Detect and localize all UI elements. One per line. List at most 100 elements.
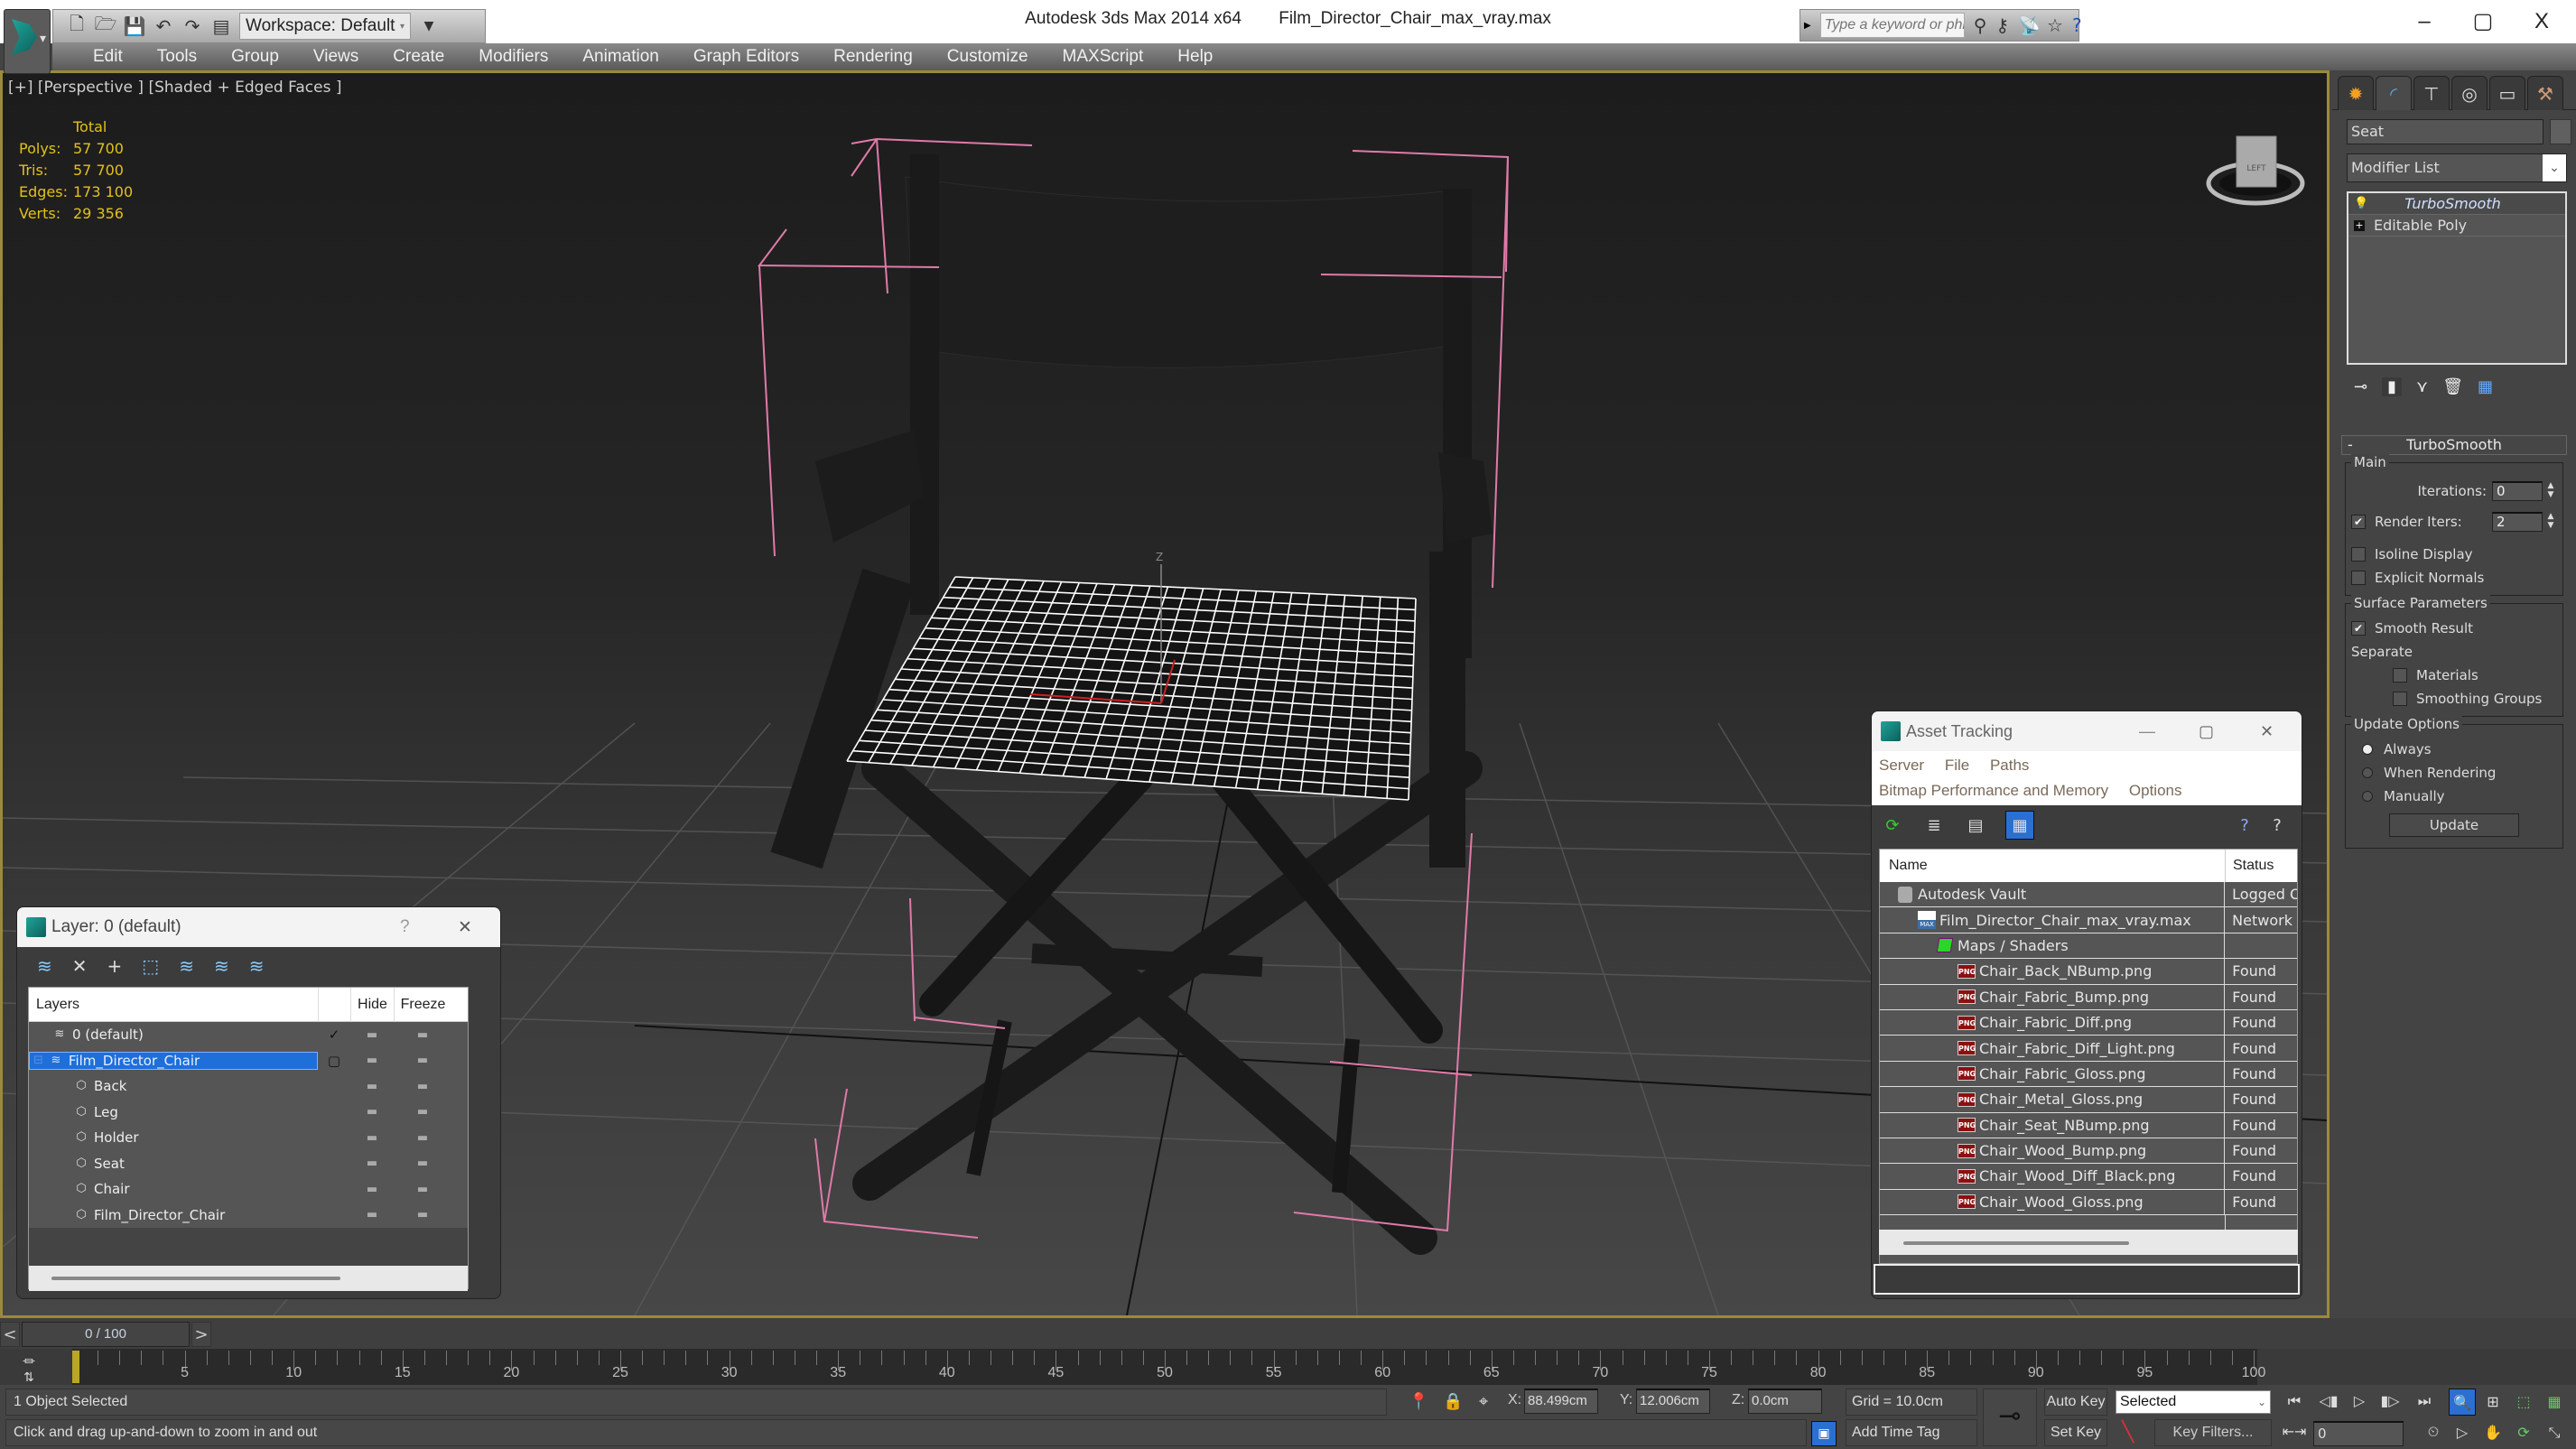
smoothing-groups-checkbox[interactable] xyxy=(2393,692,2407,706)
utilities-tab[interactable]: ⚒ xyxy=(2527,76,2563,110)
viewport-label[interactable]: [+] [Perspective ] [Shaded + Edged Faces… xyxy=(8,79,341,97)
pin-stack-icon[interactable]: ⊸ xyxy=(2354,377,2367,396)
spinner-arrows-icon[interactable]: ▲ ▼ xyxy=(2544,481,2557,501)
open-file-icon[interactable]: 🗁 xyxy=(95,13,117,37)
menu-server[interactable]: Server xyxy=(1879,757,1924,774)
layer-name-cell[interactable]: ⬡ Chair xyxy=(29,1181,318,1197)
zoom-extents-icon[interactable]: ⬚ xyxy=(2510,1389,2537,1416)
close-button[interactable]: ✕ xyxy=(458,917,472,938)
default-in-out-tangents-icon[interactable]: ╲ xyxy=(2122,1421,2147,1446)
layer-row[interactable]: ⬡ Chair ▬ ▬ xyxy=(29,1176,468,1203)
maximize-viewport-icon[interactable]: ⤡ xyxy=(2541,1419,2568,1446)
column-current[interactable] xyxy=(318,987,350,1022)
current-layer-toggle[interactable]: ✓ xyxy=(318,1026,350,1043)
asset-row[interactable]: PNG Chair_Seat_NBump.png Found xyxy=(1880,1112,2297,1138)
workspace-dropdown[interactable]: Workspace: Default ▾ xyxy=(239,13,411,40)
asset-row[interactable]: PNG Chair_Wood_Gloss.png Found xyxy=(1880,1189,2297,1216)
column-hide[interactable]: Hide xyxy=(350,987,394,1022)
previous-frame-button[interactable]: < xyxy=(0,1322,20,1347)
asset-name-cell[interactable]: PNG Chair_Seat_NBump.png xyxy=(1880,1112,2226,1138)
freeze-toggle[interactable]: ▬ xyxy=(394,1183,451,1196)
asset-name-cell[interactable]: Maps / Shaders xyxy=(1880,933,2226,959)
remove-modifier-icon[interactable]: 🗑 xyxy=(2442,377,2463,396)
select-objects-icon[interactable]: ⬚ xyxy=(142,955,159,977)
application-menu-button[interactable]: ▾ xyxy=(4,9,51,74)
layer-row[interactable]: ⊟ ≋ Film_Director_Chair ▢ ▬ ▬ xyxy=(29,1048,468,1074)
asset-row[interactable]: MAX Film_Director_Chair_max_vray.max Netwo… xyxy=(1880,907,2297,933)
menu-customize[interactable]: Customize xyxy=(930,47,1046,67)
layer-name-cell[interactable]: ⬡ Holder xyxy=(29,1129,318,1146)
selection-lock-icon[interactable]: 🔒 xyxy=(1443,1392,1463,1411)
pan-view-icon[interactable]: ✋ xyxy=(2479,1419,2506,1446)
make-unique-icon[interactable]: ⋎ xyxy=(2416,377,2428,396)
menu-group[interactable]: Group xyxy=(214,47,296,67)
asset-name-cell[interactable]: PNG Chair_Fabric_Bump.png xyxy=(1880,984,2226,1009)
asset-name-cell[interactable]: PNG Chair_Metal_Gloss.png xyxy=(1880,1087,2226,1112)
viewcube[interactable]: LEFT xyxy=(2197,118,2314,218)
freeze-toggle[interactable]: ▬ xyxy=(394,1105,451,1119)
asset-row[interactable]: PNG Chair_Wood_Bump.png Found xyxy=(1880,1138,2297,1165)
column-name[interactable]: Name xyxy=(1880,850,2226,882)
render-iters-checkbox[interactable]: ✔ xyxy=(2351,515,2366,529)
table-view-icon[interactable]: ▦ xyxy=(2005,811,2034,840)
layer-settings-icon[interactable]: ≋ xyxy=(249,955,265,977)
expand-icon[interactable]: ▶ xyxy=(1804,21,1811,31)
freeze-toggle[interactable]: ▬ xyxy=(394,1080,451,1093)
display-tab[interactable]: ▭ xyxy=(2489,76,2525,110)
key-icon[interactable]: ⚷ xyxy=(1995,14,2009,36)
track-bar-ruler[interactable]: 0510152025303540455055606570758085909510… xyxy=(72,1349,2265,1385)
isoline-checkbox[interactable] xyxy=(2351,547,2366,562)
isolate-selection-icon[interactable]: 📍 xyxy=(1409,1392,1428,1411)
menu-paths[interactable]: Paths xyxy=(1990,757,2029,774)
layer-row[interactable]: ⬡ Seat ▬ ▬ xyxy=(29,1151,468,1177)
refresh-icon[interactable]: ⟳ xyxy=(1881,813,1904,837)
layer-name-cell[interactable]: ⬡ Leg xyxy=(29,1104,318,1120)
stack-item-editable-poly[interactable]: + Editable Poly xyxy=(2348,215,2565,237)
lightbulb-icon[interactable]: 💡 xyxy=(2354,197,2368,210)
explicit-normals-checkbox[interactable] xyxy=(2351,571,2366,585)
modifier-list-dropdown[interactable]: Modifier List ⌄ xyxy=(2347,153,2567,182)
go-to-start-icon[interactable]: ⏮ xyxy=(2281,1389,2308,1414)
previous-frame-icon[interactable]: ◁▮ xyxy=(2315,1389,2342,1414)
y-coordinate-field[interactable]: 12.006cm xyxy=(1636,1389,1710,1414)
delete-layer-icon[interactable]: ✕ xyxy=(72,955,88,977)
list-view-icon[interactable]: ≣ xyxy=(1922,813,1946,837)
freeze-toggle[interactable]: ▬ xyxy=(394,1054,451,1067)
asset-name-cell[interactable]: PNG Chair_Fabric_Diff_Light.png xyxy=(1880,1036,2226,1061)
asset-row[interactable]: PNG Chair_Back_NBump.png Found xyxy=(1880,959,2297,985)
horizontal-scrollbar[interactable] xyxy=(1879,1230,2298,1255)
layer-row[interactable]: ⬡ Leg ▬ ▬ xyxy=(29,1100,468,1126)
scrollbar-thumb[interactable] xyxy=(1903,1241,2129,1245)
asset-name-cell[interactable]: PNG Chair_Fabric_Gloss.png xyxy=(1880,1061,2226,1087)
asset-name-cell[interactable]: PNG Chair_Wood_Bump.png xyxy=(1880,1138,2226,1164)
set-key-button[interactable]: Set Key xyxy=(2044,1419,2107,1446)
menu-bitmap-performance[interactable]: Bitmap Performance and Memory xyxy=(1879,782,2108,799)
configure-modifier-sets-icon[interactable]: ▦ xyxy=(2478,377,2493,396)
menu-maxscript[interactable]: MAXScript xyxy=(1046,47,1161,67)
project-folder-icon[interactable]: ▤ xyxy=(210,15,232,37)
hide-toggle[interactable]: ▬ xyxy=(350,1080,394,1093)
asset-row[interactable]: Maps / Shaders xyxy=(1880,933,2297,960)
star-icon[interactable]: ☆ xyxy=(2047,14,2063,36)
asset-name-cell[interactable]: PNG Chair_Back_NBump.png xyxy=(1880,959,2226,984)
hide-toggle[interactable]: ▬ xyxy=(350,1105,394,1119)
scrollbar-thumb[interactable] xyxy=(51,1277,340,1280)
hierarchy-tab[interactable]: ⊤ xyxy=(2413,76,2450,110)
stack-item-turbosmooth[interactable]: 💡 TurboSmooth xyxy=(2348,193,2565,215)
new-file-icon[interactable]: 🗋 xyxy=(66,13,88,37)
object-color-swatch[interactable] xyxy=(2550,119,2571,144)
hide-toggle[interactable]: ▬ xyxy=(350,1054,394,1067)
asset-name-cell[interactable]: MAX Film_Director_Chair_max_vray.max xyxy=(1880,907,2226,933)
time-slider-handle[interactable]: 0 / 100 xyxy=(22,1322,190,1347)
select-layer-icon[interactable]: ≋ xyxy=(179,955,194,977)
current-frame-field[interactable]: 0 xyxy=(2313,1421,2404,1446)
maximize-button[interactable]: ▢ xyxy=(2199,722,2214,741)
zoom-extents-all-icon[interactable]: ▦ xyxy=(2541,1389,2568,1416)
zoom-icon[interactable]: 🔍 xyxy=(2449,1389,2476,1416)
x-coordinate-field[interactable]: 88.499cm xyxy=(1524,1389,1598,1414)
update-always-radio[interactable] xyxy=(2362,744,2373,755)
asset-row[interactable]: PNG Chair_Fabric_Bump.png Found xyxy=(1880,984,2297,1010)
layer-name-cell[interactable]: ⊟ ≋ Film_Director_Chair xyxy=(29,1051,318,1070)
freeze-toggle[interactable]: ▬ xyxy=(394,1028,451,1042)
update-button[interactable]: Update xyxy=(2389,813,2519,837)
